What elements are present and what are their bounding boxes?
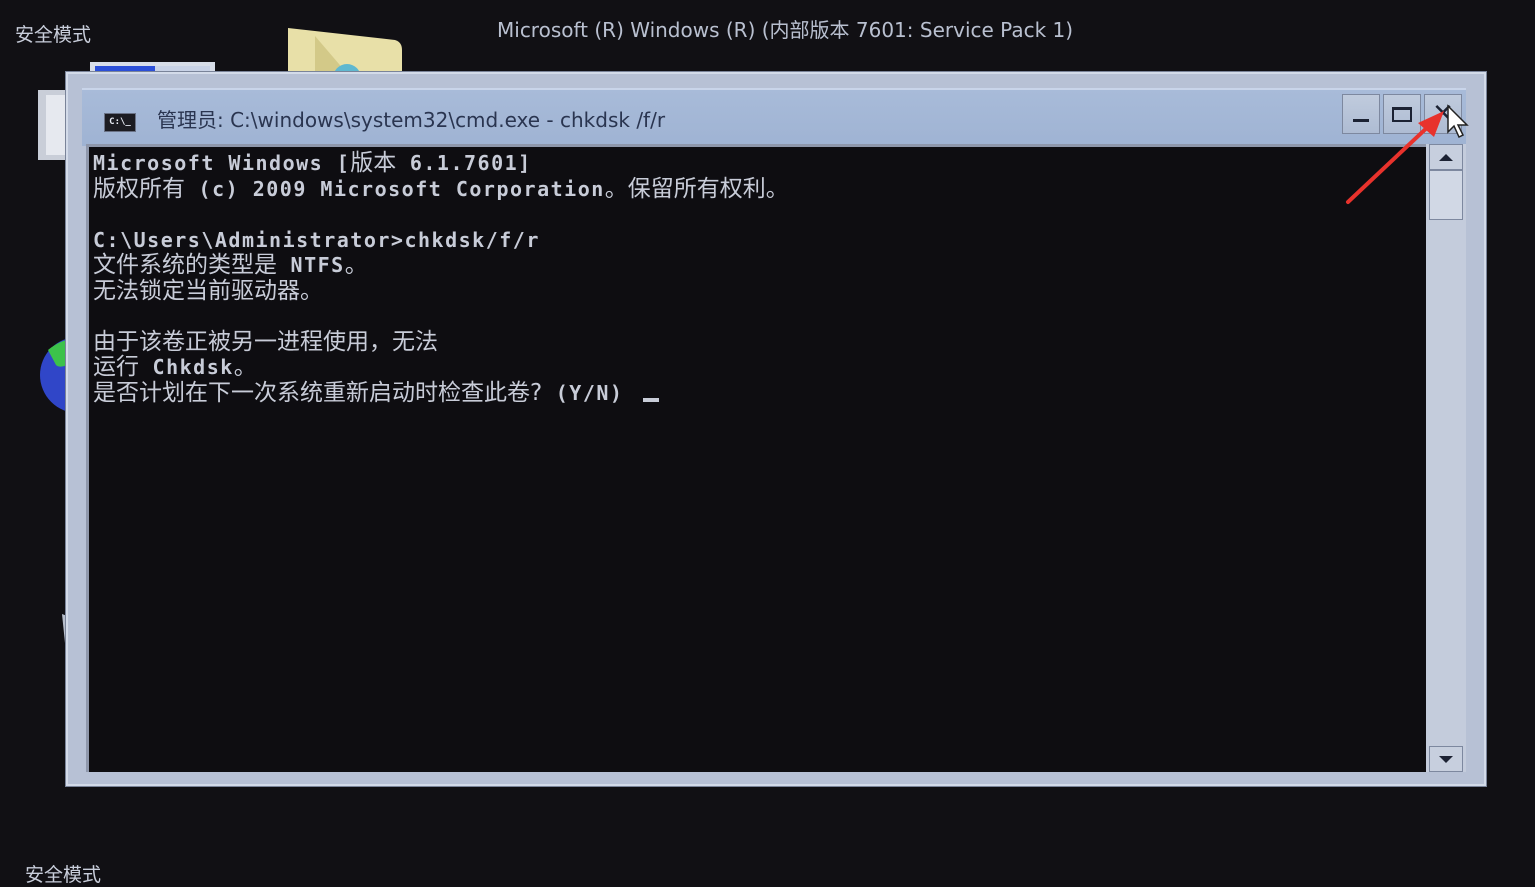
safe-mode-label-bottom: 安全模式 bbox=[25, 864, 102, 886]
console-line: 无法锁定当前驱动器。 bbox=[93, 277, 1426, 305]
console-text: 版权所有 bbox=[93, 175, 185, 202]
arrow-up-icon bbox=[1439, 153, 1453, 161]
console-line: 文件系统的类型是 NTFS。 bbox=[93, 252, 1426, 279]
console-text: 。 bbox=[344, 252, 368, 278]
console-line: Microsoft Windows [版本 6.1.7601] bbox=[93, 150, 1426, 177]
console-text: NTFS bbox=[277, 253, 345, 277]
minimize-icon bbox=[1353, 118, 1369, 122]
safe-mode-label-top: 安全模式 bbox=[15, 24, 92, 46]
scrollbar-thumb[interactable] bbox=[1429, 170, 1463, 220]
minimize-button[interactable] bbox=[1342, 94, 1380, 134]
console-text: C:\Users\Administrator>chkdsk/f/r bbox=[93, 227, 540, 252]
text-cursor bbox=[643, 397, 660, 402]
console-text: 无法锁定当前驱动器。 bbox=[93, 277, 323, 304]
window-titlebar[interactable]: C:\_ 管理员: C:\windows\system32\cmd.exe - … bbox=[82, 88, 1466, 146]
console-text: Microsoft Windows bbox=[93, 151, 337, 175]
cmd-window: C:\_ 管理员: C:\windows\system32\cmd.exe - … bbox=[66, 72, 1486, 786]
console-text: Chkdsk bbox=[139, 355, 234, 379]
scroll-down-button[interactable] bbox=[1429, 746, 1463, 772]
console-text: 6.1.7601] bbox=[396, 151, 532, 175]
console-text: 运行 bbox=[93, 354, 139, 380]
console-output[interactable]: Microsoft Windows [版本 6.1.7601] 版权所有 (c) … bbox=[86, 144, 1426, 772]
arrow-down-icon bbox=[1439, 755, 1453, 763]
console-text: (Y/N) bbox=[542, 380, 638, 405]
console-text: (c) 2009 Microsoft Corporation bbox=[185, 176, 605, 201]
console-text: 。 bbox=[233, 354, 257, 380]
console-line: 是否计划在下一次系统重新启动时检查此卷? (Y/N) bbox=[93, 379, 1426, 407]
console-line: C:\Users\Administrator>chkdsk/f/r bbox=[93, 228, 1426, 254]
cmd-app-icon: C:\_ bbox=[104, 113, 136, 132]
console-text: 文件系统的类型是 bbox=[93, 252, 277, 278]
scroll-up-button[interactable] bbox=[1429, 144, 1463, 170]
vertical-scrollbar[interactable] bbox=[1426, 144, 1466, 772]
console-line: 由于该卷正被另一进程使用，无法 bbox=[93, 328, 1426, 356]
os-version-banner: Microsoft (R) Windows (R) (内部版本 7601: Se… bbox=[497, 18, 1074, 42]
close-button[interactable]: ✕ bbox=[1424, 94, 1462, 134]
console-line: 版权所有 (c) 2009 Microsoft Corporation。保留所有… bbox=[93, 175, 1426, 203]
console-text: 由于该卷正被另一进程使用，无法 bbox=[93, 328, 438, 355]
console-text: [ bbox=[336, 151, 351, 175]
window-title: 管理员: C:\windows\system32\cmd.exe - chkds… bbox=[157, 108, 666, 132]
console-text: 。保留所有权利。 bbox=[604, 175, 789, 202]
console-text: 是否计划在下一次系统重新启动时检查此卷? bbox=[93, 379, 543, 406]
maximize-icon bbox=[1392, 106, 1412, 122]
console-line: 运行 Chkdsk。 bbox=[93, 354, 1426, 381]
close-icon: ✕ bbox=[1432, 99, 1454, 129]
console-text: 版本 bbox=[350, 150, 397, 176]
maximize-button[interactable] bbox=[1383, 94, 1421, 134]
